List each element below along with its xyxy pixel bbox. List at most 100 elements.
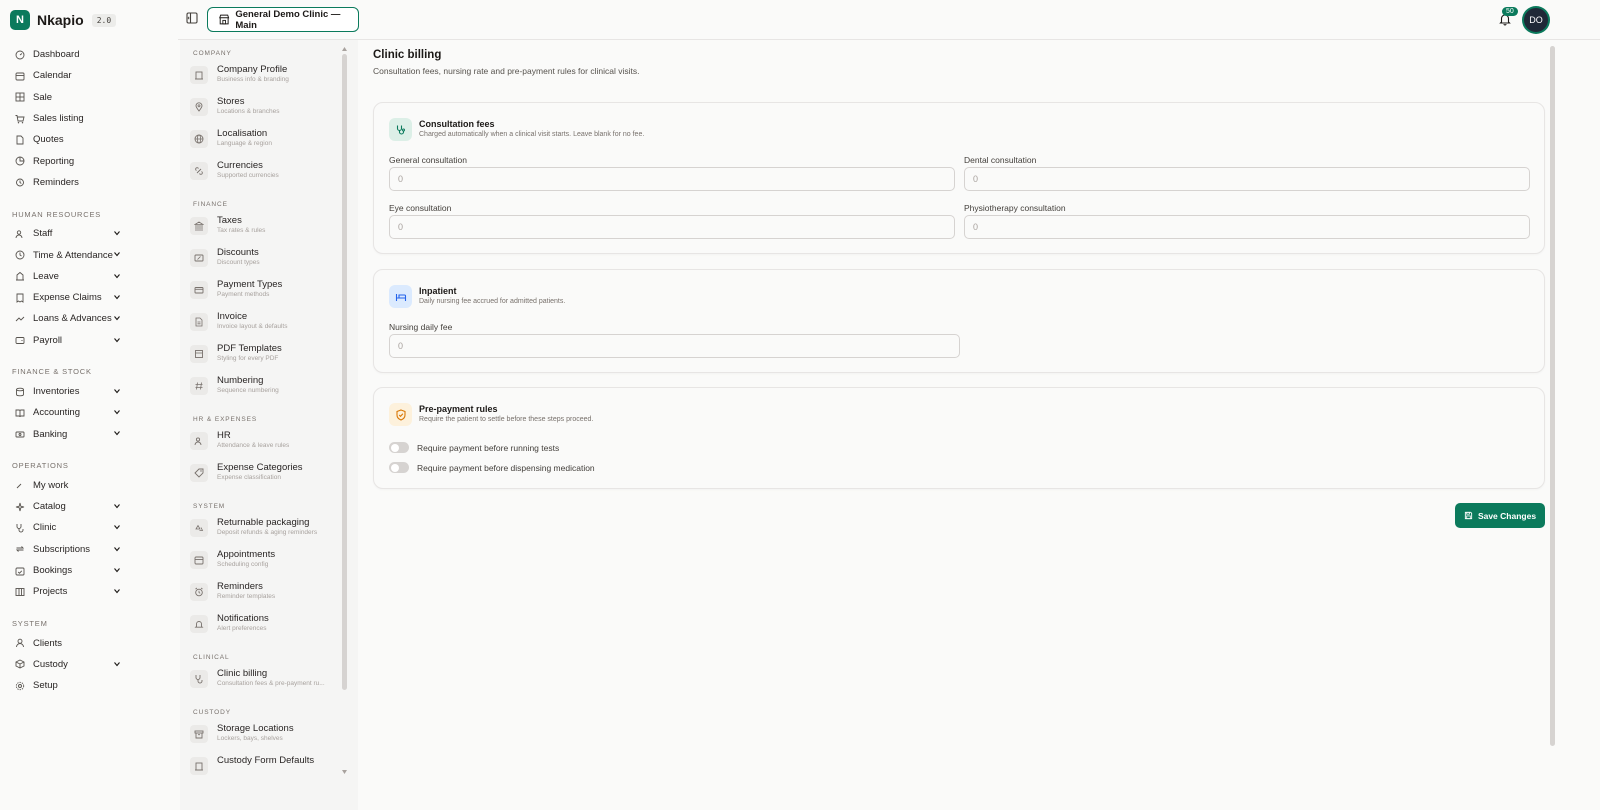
general-consultation-input[interactable] xyxy=(389,167,955,191)
settings-item-custody-form-defaults[interactable]: Custody Form Defaults xyxy=(180,751,358,783)
nav-item-payroll[interactable]: Payroll xyxy=(0,330,178,351)
nav-item-projects[interactable]: Projects xyxy=(0,581,178,602)
nav-item-sales-listing[interactable]: Sales listing xyxy=(0,108,178,129)
chevron-down-icon[interactable] xyxy=(113,408,121,416)
settings-item-company-profile[interactable]: Company Profile Business info & branding xyxy=(180,60,358,92)
brand[interactable]: N Nkapio 2.0 xyxy=(0,0,178,40)
settings-scrollbar[interactable] xyxy=(342,54,347,690)
settings-item-numbering[interactable]: Numbering Sequence numbering xyxy=(180,371,358,403)
nav-item-subscriptions[interactable]: Subscriptions xyxy=(0,539,178,560)
nav-item-time-attendance[interactable]: Time & Attendance xyxy=(0,244,178,265)
nav-item-my-work[interactable]: My work xyxy=(0,475,178,496)
nav-item-quotes[interactable]: Quotes xyxy=(0,129,178,150)
nav-item-label: Quotes xyxy=(33,134,64,146)
settings-item-title: Discounts xyxy=(217,247,259,258)
settings-item-discounts[interactable]: Discounts Discount types xyxy=(180,243,358,275)
nav-item-sale[interactable]: Sale xyxy=(0,87,178,108)
chevron-down-icon[interactable] xyxy=(113,523,121,531)
chevron-down-icon[interactable] xyxy=(113,566,121,574)
settings-item-hr[interactable]: HR Attendance & leave rules xyxy=(180,426,358,458)
nav-item-banking[interactable]: Banking xyxy=(0,423,178,444)
user-avatar[interactable]: DO xyxy=(1524,8,1548,32)
gauge-icon xyxy=(15,50,25,60)
settings-item-invoice[interactable]: Invoice Invoice layout & defaults xyxy=(180,307,358,339)
require-payment-tests-toggle[interactable] xyxy=(389,442,409,453)
users-icon xyxy=(15,229,25,239)
settings-item-payment-types[interactable]: Payment Types Payment methods xyxy=(180,275,358,307)
chevron-down-icon[interactable] xyxy=(113,502,121,510)
nav-item-setup[interactable]: Setup xyxy=(0,675,178,696)
nav-item-label: Setup xyxy=(33,680,58,692)
settings-item-currencies[interactable]: Currencies Supported currencies xyxy=(180,156,358,188)
nav-item-expense-claims[interactable]: Expense Claims xyxy=(0,287,178,308)
nav-item-loans-advances[interactable]: Loans & Advances xyxy=(0,308,178,329)
nav-item-label: Clients xyxy=(33,637,63,649)
dental-consultation-input[interactable] xyxy=(964,167,1530,191)
settings-item-returnable-packaging[interactable]: Returnable packaging Deposit refunds & ag… xyxy=(180,513,358,545)
leave-icon xyxy=(15,271,25,281)
nursing-daily-fee-input[interactable] xyxy=(389,334,960,358)
settings-item-text: Payment Types Payment methods xyxy=(217,279,282,300)
eye-consultation-input[interactable] xyxy=(389,215,955,239)
physiotherapy-consultation-input[interactable] xyxy=(964,215,1530,239)
nav-item-custody[interactable]: Custody xyxy=(0,654,178,675)
settings-item-icon xyxy=(190,670,208,688)
nav-item-reminders[interactable]: Reminders xyxy=(0,172,178,193)
nav-item-clinic[interactable]: Clinic xyxy=(0,517,178,538)
settings-item-taxes[interactable]: Taxes Tax rates & rules xyxy=(180,211,358,243)
settings-item-text: HR Attendance & leave rules xyxy=(217,430,289,451)
scroll-down-icon[interactable] xyxy=(341,769,348,775)
settings-item-title: Reminders xyxy=(217,581,263,592)
chevron-down-icon[interactable] xyxy=(113,429,121,437)
chevron-down-icon[interactable] xyxy=(113,314,121,322)
settings-item-text: Notifications Alert preferences xyxy=(217,613,269,634)
chevron-down-icon[interactable] xyxy=(113,545,121,553)
nav-item-calendar[interactable]: Calendar xyxy=(0,65,178,86)
main-scrollbar[interactable] xyxy=(1550,46,1555,746)
nav-item-inventories[interactable]: Inventories xyxy=(0,381,178,402)
settings-item-clinic-billing[interactable]: Clinic billing Consultation fees & pre-pa… xyxy=(180,664,358,696)
settings-item-text: Numbering Sequence numbering xyxy=(217,375,279,396)
require-payment-medication-toggle[interactable] xyxy=(389,462,409,473)
nav-item-accounting[interactable]: Accounting xyxy=(0,402,178,423)
nav-item-bookings[interactable]: Bookings xyxy=(0,560,178,581)
chevron-down-icon[interactable] xyxy=(113,250,121,258)
chevron-down-icon[interactable] xyxy=(113,587,121,595)
settings-item-icon xyxy=(190,313,208,331)
settings-item-subtitle: Tax rates & rules xyxy=(217,227,266,234)
nav-item-label: Bookings xyxy=(33,565,73,577)
chevron-down-icon[interactable] xyxy=(113,336,121,344)
settings-item-expense-categories[interactable]: Expense Categories Expense classification xyxy=(180,458,358,490)
clinic-switcher-button[interactable]: General Demo Clinic — Main xyxy=(207,7,359,32)
consultation-fees-card: Consultation fees Charged automatically … xyxy=(373,102,1545,254)
chevron-down-icon[interactable] xyxy=(113,272,121,280)
nav-item-leave[interactable]: Leave xyxy=(0,266,178,287)
chevron-down-icon[interactable] xyxy=(113,660,121,668)
settings-item-notifications[interactable]: Notifications Alert preferences xyxy=(180,609,358,641)
chevron-down-icon[interactable] xyxy=(113,387,121,395)
settings-item-title: Storage Locations xyxy=(217,723,294,734)
settings-item-localisation[interactable]: Localisation Language & region xyxy=(180,124,358,156)
nav-item-dashboard[interactable]: Dashboard xyxy=(0,44,178,65)
nav-item-label: Custody xyxy=(33,658,68,670)
settings-item-icon xyxy=(190,583,208,601)
settings-item-stores[interactable]: Stores Locations & branches xyxy=(180,92,358,124)
chevron-down-icon[interactable] xyxy=(113,293,121,301)
settings-item-storage-locations[interactable]: Storage Locations Lockers, bays, shelves xyxy=(180,719,358,751)
settings-item-appointments[interactable]: Appointments Scheduling config xyxy=(180,545,358,577)
settings-item-reminders[interactable]: Reminders Reminder templates xyxy=(180,577,358,609)
main-content: Clinic billing Consultation fees, nursin… xyxy=(360,40,1588,810)
save-changes-button[interactable]: Save Changes xyxy=(1455,503,1545,528)
settings-item-title: Numbering xyxy=(217,375,264,386)
nav-item-catalog[interactable]: Catalog xyxy=(0,496,178,517)
nav-item-staff[interactable]: Staff xyxy=(0,223,178,244)
scroll-up-icon[interactable] xyxy=(341,46,348,52)
settings-item-subtitle: Deposit refunds & aging reminders xyxy=(217,529,318,536)
settings-item-pdf-templates[interactable]: PDF Templates Styling for every PDF xyxy=(180,339,358,371)
nav-item-clients[interactable]: Clients xyxy=(0,633,178,654)
sidebar-toggle-icon[interactable] xyxy=(186,12,198,24)
require-payment-medication-label: Require payment before dispensing medica… xyxy=(417,463,595,473)
clock-icon xyxy=(15,250,25,260)
nav-item-reporting[interactable]: Reporting xyxy=(0,150,178,171)
chevron-down-icon[interactable] xyxy=(113,229,121,237)
